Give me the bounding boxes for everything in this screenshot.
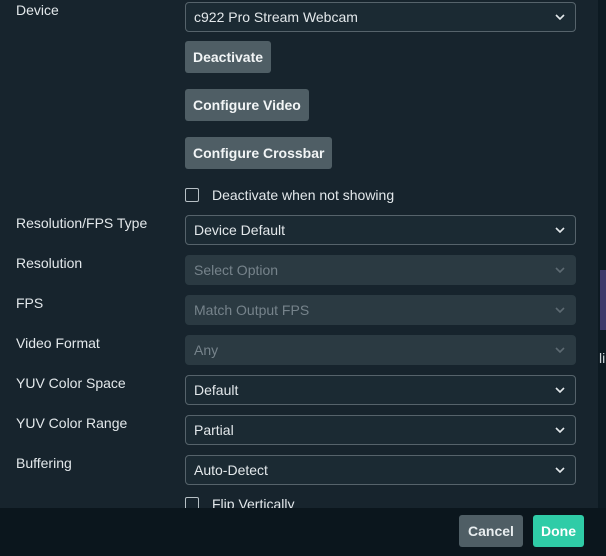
video-format-label: Video Format	[16, 335, 100, 351]
deactivate-when-not-showing-row[interactable]: Deactivate when not showing	[185, 185, 394, 205]
yuv-color-range-label: YUV Color Range	[16, 415, 128, 431]
background-preview-strip	[600, 270, 606, 330]
deactivate-button[interactable]: Deactivate	[185, 41, 272, 73]
chevron-down-icon	[553, 416, 567, 444]
chevron-down-icon	[553, 3, 567, 31]
device-select-value: c922 Pro Stream Webcam	[194, 9, 358, 25]
video-format-select: Any	[185, 335, 576, 365]
device-label: Device	[16, 2, 59, 18]
deactivate-when-not-showing-checkbox[interactable]	[185, 188, 199, 202]
yuv-color-space-label: YUV Color Space	[16, 375, 126, 391]
chevron-down-icon	[553, 376, 567, 404]
resolution-placeholder: Select Option	[194, 262, 279, 278]
yuv-color-space-select[interactable]: Default	[185, 375, 576, 405]
resolution-label: Resolution	[16, 255, 83, 271]
buffering-value: Auto-Detect	[194, 462, 268, 478]
deactivate-when-not-showing-label: Deactivate when not showing	[212, 187, 395, 203]
fps-select: Match Output FPS	[185, 295, 576, 325]
buffering-label: Buffering	[16, 455, 72, 471]
buffering-select[interactable]: Auto-Detect	[185, 455, 576, 485]
device-select[interactable]: c922 Pro Stream Webcam	[185, 2, 576, 32]
source-properties-dialog: li Device c922 Pro Stream Webcam Deactiv…	[0, 0, 606, 556]
configure-crossbar-button[interactable]: Configure Crossbar	[185, 137, 333, 169]
resolution-fps-type-select[interactable]: Device Default	[185, 215, 576, 245]
yuv-color-range-value: Partial	[194, 422, 234, 438]
fps-value: Match Output FPS	[194, 302, 310, 318]
chevron-down-icon	[553, 296, 567, 324]
resolution-select: Select Option	[185, 255, 576, 285]
video-format-value: Any	[194, 342, 219, 358]
done-button[interactable]: Done	[533, 515, 584, 547]
chevron-down-icon	[553, 216, 567, 244]
yuv-color-range-select[interactable]: Partial	[185, 415, 576, 445]
chevron-down-icon	[553, 336, 567, 364]
background-window-edge	[598, 0, 606, 508]
chevron-down-icon	[553, 456, 567, 484]
cancel-button[interactable]: Cancel	[459, 515, 523, 547]
resolution-fps-type-label: Resolution/FPS Type	[16, 215, 148, 231]
chevron-down-icon	[553, 256, 567, 284]
background-clipped-text: li	[599, 350, 606, 366]
resolution-fps-type-value: Device Default	[194, 222, 286, 238]
fps-label: FPS	[16, 295, 44, 311]
yuv-color-space-value: Default	[194, 382, 239, 398]
configure-video-button[interactable]: Configure Video	[185, 89, 309, 121]
